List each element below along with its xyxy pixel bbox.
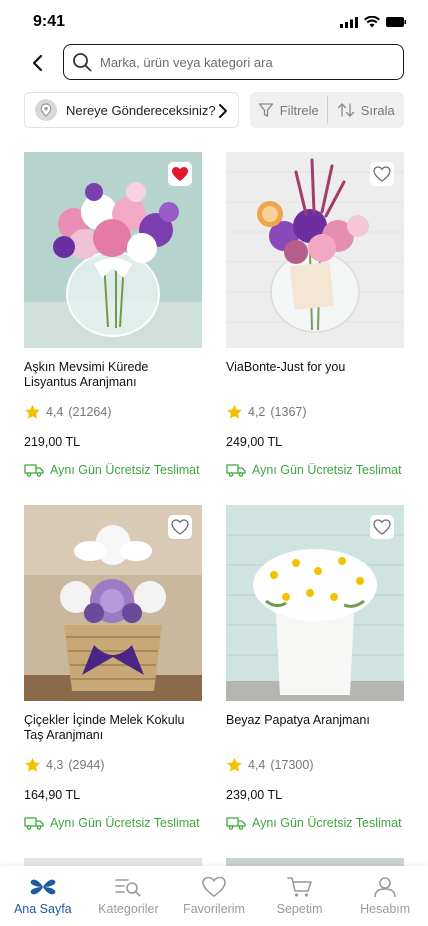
- nav-account[interactable]: Hesabım: [342, 866, 428, 926]
- wifi-icon: [364, 16, 380, 28]
- heart-icon: [202, 876, 226, 897]
- delivery-location-button[interactable]: Nereye Göndereceksiniz?: [24, 92, 239, 128]
- product-price: 249,00 TL: [226, 435, 283, 449]
- nav-categories[interactable]: Kategoriler: [86, 866, 172, 926]
- heart-outline-icon: [373, 519, 391, 535]
- funnel-icon: [258, 103, 273, 117]
- search-box[interactable]: [63, 44, 404, 80]
- product-price: 239,00 TL: [226, 788, 283, 802]
- shipping-info: Aynı Gün Ücretsiz Teslimat: [226, 463, 402, 477]
- star-icon: [25, 757, 40, 772]
- status-icons: [340, 16, 406, 28]
- home-flower-icon: [30, 879, 56, 895]
- product-card[interactable]: Çiçekler İçinde Melek Kokulu Taş Aranjma…: [24, 505, 202, 830]
- product-rating: 4,2 (1367): [226, 404, 307, 420]
- review-count: (2944): [68, 758, 105, 772]
- truck-icon: [226, 817, 246, 830]
- status-time: 9:41: [33, 13, 66, 30]
- battery-icon: [386, 17, 406, 27]
- product-card[interactable]: Aşkın Mevsimi Kürede Lisyantus Aranjmanı…: [24, 152, 202, 477]
- shipping-info: Aynı Gün Ücretsiz Teslimat: [226, 816, 402, 830]
- favorite-button[interactable]: [370, 515, 394, 539]
- shipping-label: Aynı Gün Ücretsiz Teslimat: [252, 816, 402, 830]
- truck-icon: [24, 817, 44, 830]
- rating-value: 4,4: [248, 758, 266, 772]
- review-count: (1367): [270, 405, 307, 419]
- product-name[interactable]: Aşkın Mevsimi Kürede Lisyantus Aranjmanı: [24, 360, 202, 390]
- user-icon: [374, 877, 396, 898]
- product-rating: 4,4 (17300): [226, 757, 313, 773]
- shipping-info: Aynı Gün Ücretsiz Teslimat: [24, 816, 200, 830]
- shipping-info: Aynı Gün Ücretsiz Teslimat: [24, 463, 200, 477]
- filter-label: Filtrele: [279, 102, 319, 118]
- truck-icon: [24, 464, 44, 477]
- product-price: 219,00 TL: [24, 435, 81, 449]
- product-card[interactable]: Beyaz Papatya Aranjmanı 4,4 (17300) 239,…: [226, 505, 404, 830]
- chevron-left-icon: [32, 54, 43, 72]
- favorite-button[interactable]: [168, 515, 192, 539]
- shipping-label: Aynı Gün Ücretsiz Teslimat: [50, 816, 200, 830]
- heart-outline-icon: [373, 166, 391, 182]
- chevron-right-icon: [219, 104, 227, 118]
- nav-home-label: Ana Sayfa: [13, 902, 72, 916]
- heart-filled-icon: [172, 167, 188, 181]
- heart-outline-icon: [171, 519, 189, 535]
- nav-categories-label: Kategoriler: [98, 902, 159, 916]
- favorite-button[interactable]: [168, 162, 192, 186]
- star-icon: [25, 404, 40, 419]
- product-name[interactable]: Beyaz Papatya Aranjmanı: [226, 713, 404, 728]
- categories-icon: [115, 879, 141, 897]
- product-card[interactable]: ViaBonte-Just for you 4,2 (1367) 249,00 …: [226, 152, 404, 477]
- bottom-navigation: Ana Sayfa Kategoriler Favorilerim Sepeti…: [0, 866, 428, 926]
- rating-value: 4,3: [46, 758, 64, 772]
- product-image[interactable]: [226, 152, 404, 348]
- rating-value: 4,2: [248, 405, 266, 419]
- product-image[interactable]: [24, 505, 202, 701]
- delivery-location-label: Nereye Göndereceksiniz?: [66, 102, 216, 118]
- search-input[interactable]: [100, 54, 380, 70]
- nav-favorites-label: Favorilerim: [183, 902, 245, 916]
- signal-icon: [340, 16, 358, 28]
- sort-label: Sırala: [360, 102, 395, 118]
- product-price: 164,90 TL: [24, 788, 81, 802]
- shipping-label: Aynı Gün Ücretsiz Teslimat: [50, 463, 200, 477]
- review-count: (21264): [68, 405, 112, 419]
- truck-icon: [226, 464, 246, 477]
- review-count: (17300): [270, 758, 314, 772]
- cart-icon: [286, 877, 312, 897]
- search-icon: [73, 53, 92, 72]
- product-rating: 4,4 (21264): [24, 404, 111, 420]
- product-image[interactable]: [24, 152, 202, 348]
- nav-cart-label: Sepetim: [276, 902, 323, 916]
- product-image[interactable]: [226, 505, 404, 701]
- nav-home[interactable]: Ana Sayfa: [0, 866, 86, 926]
- sort-arrows-icon: [337, 103, 354, 117]
- product-name[interactable]: ViaBonte-Just for you: [226, 360, 404, 375]
- filter-button[interactable]: Filtrele: [250, 92, 327, 128]
- nav-account-label: Hesabım: [360, 902, 411, 916]
- star-icon: [227, 757, 242, 772]
- product-rating: 4,3 (2944): [24, 757, 105, 773]
- sort-button[interactable]: Sırala: [328, 92, 405, 128]
- nav-favorites[interactable]: Favorilerim: [171, 866, 257, 926]
- filter-sort-group: Filtrele Sırala: [250, 92, 404, 128]
- favorite-button[interactable]: [370, 162, 394, 186]
- rating-value: 4,4: [46, 405, 64, 419]
- nav-cart[interactable]: Sepetim: [257, 866, 343, 926]
- back-button[interactable]: [24, 50, 50, 76]
- status-bar: 9:41: [0, 0, 428, 44]
- product-name[interactable]: Çiçekler İçinde Melek Kokulu Taş Aranjma…: [24, 713, 202, 743]
- shipping-label: Aynı Gün Ücretsiz Teslimat: [252, 463, 402, 477]
- star-icon: [227, 404, 242, 419]
- location-pin-icon: [35, 99, 57, 121]
